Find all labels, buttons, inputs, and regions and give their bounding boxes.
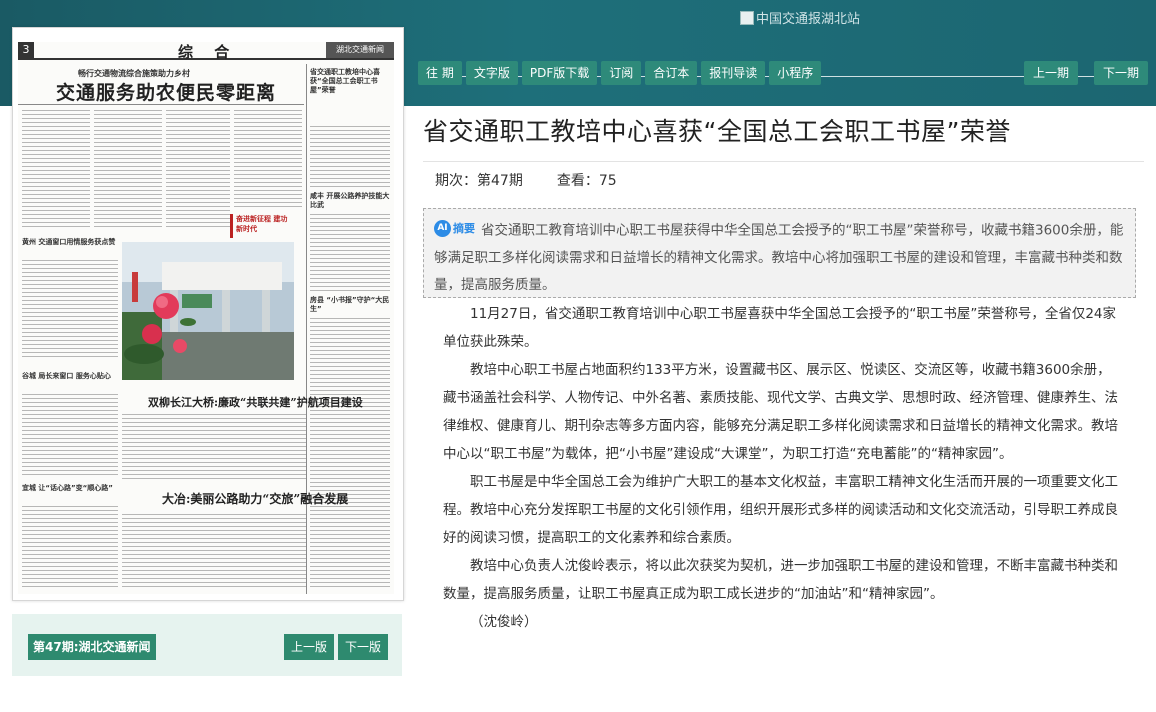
nav-archive[interactable]: 往 期: [418, 61, 462, 85]
article-paragraph: 教培中心负责人沈俊岭表示，将以此次获奖为契机，进一步加强职工书屋的建设和管理，不…: [443, 558, 1118, 602]
nav-guide[interactable]: 报刊导读: [701, 61, 766, 85]
article-views: 查看：75: [556, 173, 617, 189]
issue-nav: 上一期 下一期: [1023, 61, 1148, 85]
text-column: [166, 110, 230, 228]
paper-badge: 奋进新征程 建功新时代: [230, 214, 292, 238]
next-issue-button[interactable]: 下一期: [1093, 61, 1148, 85]
paper-left-headline-1: 黄州 交通窗口用情服务获点赞: [22, 238, 116, 246]
column-rule: [306, 64, 307, 594]
prev-issue-button[interactable]: 上一期: [1023, 61, 1078, 85]
summary-text: 省交通职工教育培训中心职工书屋获得中华全国总工会授予的“职工书屋”荣誉称号，收藏…: [434, 222, 1124, 293]
site-logo[interactable]: 中国交通报湖北站: [740, 8, 860, 27]
text-column: [122, 514, 306, 590]
article-title: 省交通职工教培中心喜获“全国总工会职工书屋”荣誉: [423, 117, 1011, 146]
article-paragraph: 教培中心职工书屋占地面积约133平方米，设置藏书区、展示区、悦读区、交流区等，收…: [443, 362, 1118, 462]
title-divider: [423, 161, 1144, 162]
ai-summary-tag: AI 摘要: [434, 215, 475, 242]
text-column: [22, 394, 118, 478]
text-column: [310, 318, 390, 588]
site-logo-alt-text: 中国交通报湖北站: [756, 12, 861, 27]
nav-subscribe[interactable]: 订阅: [601, 61, 642, 85]
paper-side-headline: 省交通职工教培中心喜获“全国总工会职工书屋”荣誉: [310, 68, 380, 94]
paper-right-headline-2: 房县 “小书报”守护“大民生”: [310, 296, 390, 313]
text-column: [22, 110, 90, 228]
article-meta: 期次：第47期 查看：75: [435, 170, 617, 190]
newspaper-masthead: 湖北交通新闻: [326, 42, 394, 58]
paper-left-headline-2: 谷城 局长来窗口 服务心贴心: [22, 372, 111, 380]
summary-label: 摘要: [453, 222, 475, 235]
next-page-button[interactable]: 下一版: [338, 634, 388, 660]
paper-bottom-headline: 大冶:美丽公路助力“交旅”融合发展: [162, 492, 349, 506]
nav-mini-program[interactable]: 小程序: [769, 61, 822, 85]
article-issue: 期次：第47期: [435, 173, 523, 189]
newspaper-section: 综 合: [178, 43, 238, 61]
paper-photo: [122, 242, 294, 380]
nav-text-version[interactable]: 文字版: [465, 61, 518, 85]
newspaper-page-image[interactable]: 3 综 合 湖北交通新闻 畅行交通物流综合施策助力乡村 交通服务助农便民零距离 …: [18, 42, 394, 594]
paper-main-headline: 交通服务助农便民零距离: [56, 82, 277, 104]
main-nav: 往 期 文字版 PDF版下载 订阅 合订本 报刊导读 小程序: [418, 61, 822, 85]
issue-label[interactable]: 第47期:湖北交通新闻: [28, 634, 156, 660]
broken-image-icon: [740, 10, 754, 25]
paper-right-headline-1: 咸丰 开展公路养护技能大比武: [310, 192, 390, 209]
text-column: [122, 414, 306, 480]
newspaper-page-number: 3: [18, 42, 34, 58]
paper-photo-headline: 双柳长江大桥:廉政“共联共建”护航项目建设: [148, 396, 363, 409]
prev-page-button[interactable]: 上一版: [284, 634, 334, 660]
article-paragraph: 11月27日，省交通职工教育培训中心职工书屋喜获中华全国总工会授予的“职工书屋”…: [443, 306, 1117, 350]
nav-bound-volume[interactable]: 合订本: [645, 61, 698, 85]
paper-left-headline-3: 宜城 让“话心路”变“顺心路”: [22, 484, 113, 492]
ai-icon: AI: [434, 220, 451, 237]
rose-photo-illustration: [122, 242, 294, 380]
article-body: 11月27日，省交通职工教育培训中心职工书屋喜获中华全国总工会授予的“职工书屋”…: [443, 300, 1121, 636]
text-column: [22, 506, 118, 590]
text-column: [234, 110, 302, 210]
text-column: [310, 214, 390, 294]
nav-pdf-download[interactable]: PDF版下载: [521, 61, 598, 85]
newspaper-header-bar: 3 综 合 湖北交通新闻: [18, 42, 394, 61]
article-summary: AI 摘要 省交通职工教育培训中心职工书屋获得中华全国总工会授予的“职工书屋”荣…: [423, 208, 1136, 298]
text-column: [22, 260, 118, 360]
text-column: [310, 126, 390, 188]
column-rule: [18, 104, 304, 105]
text-column: [94, 110, 162, 228]
article-author: （沈俊岭）: [470, 614, 538, 630]
article-paragraph: 职工书屋是中华全国总工会为维护广大职工的基本文化权益，丰富职工精神文化生活而开展…: [443, 474, 1118, 546]
